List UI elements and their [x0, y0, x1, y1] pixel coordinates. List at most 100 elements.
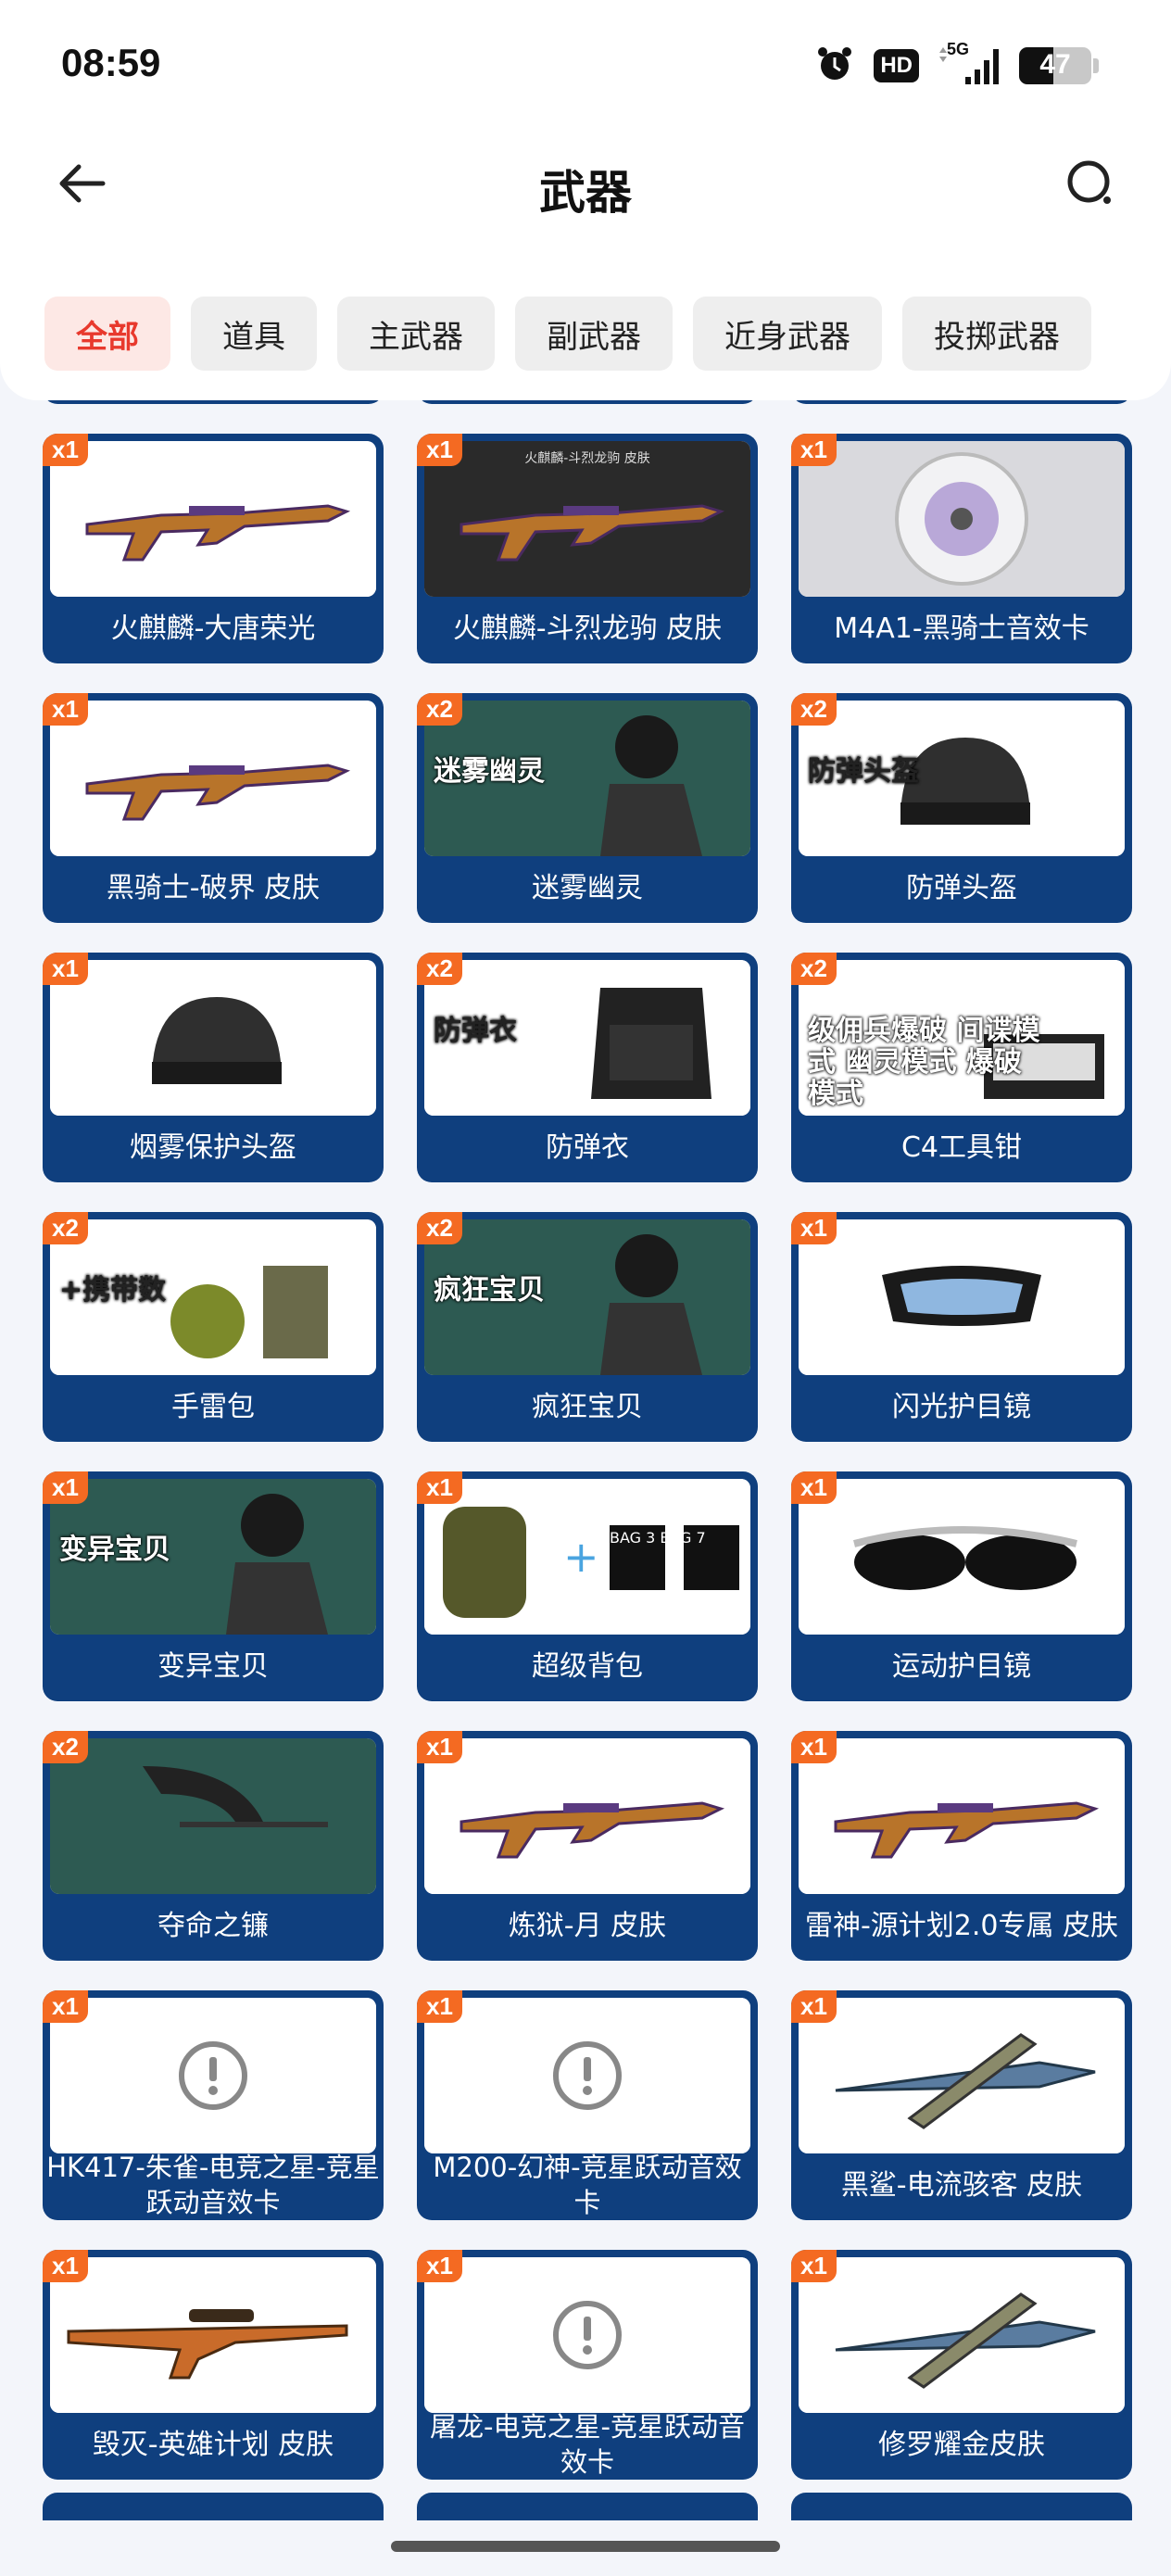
item-card[interactable]: 疯狂宝贝 x2 疯狂宝贝 [417, 1212, 758, 1442]
item-card[interactable]: x1 HK417-朱雀-电竞之星-竞星跃动音效卡 [43, 1990, 384, 2220]
item-card[interactable]: x1 M200-幻神-竞星跃动音效卡 [417, 1990, 758, 2220]
item-name: 火麒麟-斗烈龙驹 皮肤 [452, 612, 723, 645]
hd-badge: HD [874, 49, 919, 82]
item-card[interactable]: x1 烟雾保护头盔 [43, 953, 384, 1182]
item-card[interactable]: x1 运动护目镜 [791, 1471, 1132, 1701]
header: 武器 全部 道具 主武器 副武器 近身武器 投掷武器 [0, 139, 1171, 400]
search-button[interactable] [1058, 158, 1123, 213]
item-name: 屠龙-电竞之星-竞星跃动音效卡 [430, 2411, 745, 2478]
rifle-image [424, 1738, 750, 1894]
quantity-badge: x1 [417, 1990, 462, 2023]
item-name: 防弹头盔 [906, 872, 1017, 904]
search-icon [1064, 158, 1116, 213]
item-card[interactable]: x1 修罗耀金皮肤 [791, 2250, 1132, 2480]
item-grid: x1 火麒麟-大唐荣光 火麒麟-斗烈龙驹 皮肤 x1 火麒麟-斗烈龙驹 皮肤 x1 M4… [43, 434, 1132, 2480]
tab-1[interactable]: 道具 [191, 297, 317, 371]
item-name: 变异宝贝 [157, 1650, 269, 1683]
helmet-image: 防弹头盔 [799, 701, 1125, 856]
image-caption: 火麒麟-斗烈龙驹 皮肤 [524, 451, 650, 466]
character-image: 疯狂宝贝 [424, 1219, 750, 1375]
tab-4[interactable]: 近身武器 [693, 297, 882, 371]
quantity-badge: x1 [791, 1471, 837, 1504]
item-card[interactable]: x1 M4A1-黑骑士音效卡 [791, 434, 1132, 663]
quantity-badge: x1 [791, 1212, 837, 1244]
category-tabs: 全部 道具 主武器 副武器 近身武器 投掷武器 [44, 297, 1091, 371]
character-image: 迷雾幽灵 [424, 701, 750, 856]
quantity-badge: x1 [791, 1990, 837, 2023]
item-card[interactable]: x1 炼狱-月 皮肤 [417, 1731, 758, 1961]
scythe-image [50, 1738, 376, 1894]
item-card[interactable]: x2 夺命之镰 [43, 1731, 384, 1961]
battery-body: 47 [1019, 47, 1091, 84]
knife-image [799, 2257, 1125, 2413]
signal-icon: 5G [938, 40, 1001, 86]
knife-image [799, 1998, 1125, 2153]
item-card[interactable]: x1 屠龙-电竞之星-竞星跃动音效卡 [417, 2250, 758, 2480]
item-card[interactable]: 防弹头盔 x2 防弹头盔 [791, 693, 1132, 923]
sniper-image [50, 2257, 376, 2413]
image-caption: 疯狂宝贝 [434, 1274, 545, 1307]
item-name: 雷神-源计划2.0专属 皮肤 [804, 1910, 1119, 1942]
c4-image: 级佣兵爆破 间谍模式 幽灵模式 爆破模式 [799, 960, 1125, 1116]
item-card[interactable]: 变异宝贝 x1 变异宝贝 [43, 1471, 384, 1701]
image-caption: 防弹衣 [434, 1015, 517, 1047]
item-name: 疯狂宝贝 [532, 1391, 643, 1423]
helmet-image [50, 960, 376, 1116]
missing-image-icon [424, 2257, 750, 2413]
status-bar: 08:59 HD 5G 47 [0, 0, 1171, 139]
item-name: M200-幻神-竞星跃动音效卡 [433, 2152, 742, 2218]
rifle-image [50, 701, 376, 856]
partial-card-bottom [43, 2493, 384, 2520]
item-name: 手雷包 [171, 1391, 255, 1423]
item-card[interactable]: x1 火麒麟-大唐荣光 [43, 434, 384, 663]
item-grid-area: x1 火麒麟-大唐荣光 火麒麟-斗烈龙驹 皮肤 x1 火麒麟-斗烈龙驹 皮肤 x1 M4… [0, 371, 1171, 2520]
item-card[interactable]: 迷雾幽灵 x2 迷雾幽灵 [417, 693, 758, 923]
item-card[interactable]: + BAG 3 BAG 7 x1 超级背包 [417, 1471, 758, 1701]
item-name: 闪光护目镜 [892, 1391, 1031, 1423]
item-card[interactable]: 火麒麟-斗烈龙驹 皮肤 x1 火麒麟-斗烈龙驹 皮肤 [417, 434, 758, 663]
tab-2[interactable]: 主武器 [337, 297, 495, 371]
battery-cap [1093, 58, 1099, 73]
tab-3[interactable]: 副武器 [515, 297, 673, 371]
sunglasses-image [799, 1479, 1125, 1635]
quantity-badge: x1 [417, 2250, 462, 2282]
missing-image-icon [424, 1998, 750, 2153]
item-card[interactable]: x1 闪光护目镜 [791, 1212, 1132, 1442]
battery-icon: 47 [1019, 47, 1099, 84]
item-card[interactable]: 防弹衣 x2 防弹衣 [417, 953, 758, 1182]
quantity-badge: x1 [43, 693, 88, 726]
item-card[interactable]: +携带数 x2 手雷包 [43, 1212, 384, 1442]
item-name: 夺命之镰 [157, 1910, 269, 1942]
image-caption: 迷雾幽灵 [434, 755, 545, 788]
item-card[interactable]: x1 黑鲨-电流骇客 皮肤 [791, 1990, 1132, 2220]
item-card[interactable]: x1 雷神-源计划2.0专属 皮肤 [791, 1731, 1132, 1961]
quantity-badge: x1 [43, 434, 88, 466]
item-name: M4A1-黑骑士音效卡 [834, 612, 1089, 645]
missing-image-icon [50, 1998, 376, 2153]
backpack-image: + BAG 3 BAG 7 [424, 1479, 750, 1635]
item-card[interactable]: 级佣兵爆破 间谍模式 幽灵模式 爆破模式 x2 C4工具钳 [791, 953, 1132, 1182]
item-card[interactable]: x1 黑骑士-破界 皮肤 [43, 693, 384, 923]
disc-image [799, 441, 1125, 597]
item-name: 烟雾保护头盔 [130, 1131, 296, 1164]
tab-0[interactable]: 全部 [44, 297, 170, 371]
quantity-badge: x2 [791, 693, 837, 726]
status-icons: HD 5G 47 [814, 40, 1099, 89]
partial-card-bottom [791, 2493, 1132, 2520]
quantity-badge: x1 [43, 953, 88, 985]
battery-percent: 47 [1039, 49, 1071, 80]
quantity-badge: x1 [791, 1731, 837, 1763]
vest-image: 防弹衣 [424, 960, 750, 1116]
rifle-image: 火麒麟-斗烈龙驹 皮肤 [424, 441, 750, 597]
tab-5[interactable]: 投掷武器 [902, 297, 1091, 371]
home-indicator[interactable] [391, 2541, 780, 2552]
item-name: C4工具钳 [900, 1131, 1023, 1164]
item-name: 炼狱-月 皮肤 [508, 1910, 667, 1942]
quantity-badge: x2 [417, 693, 462, 726]
item-card[interactable]: x1 毁灭-英雄计划 皮肤 [43, 2250, 384, 2480]
quantity-badge: x2 [43, 1212, 88, 1244]
quantity-badge: x1 [417, 1731, 462, 1763]
image-caption: +携带数 [59, 1274, 167, 1307]
item-name: 运动护目镜 [892, 1650, 1031, 1683]
alarm-icon [814, 44, 855, 88]
